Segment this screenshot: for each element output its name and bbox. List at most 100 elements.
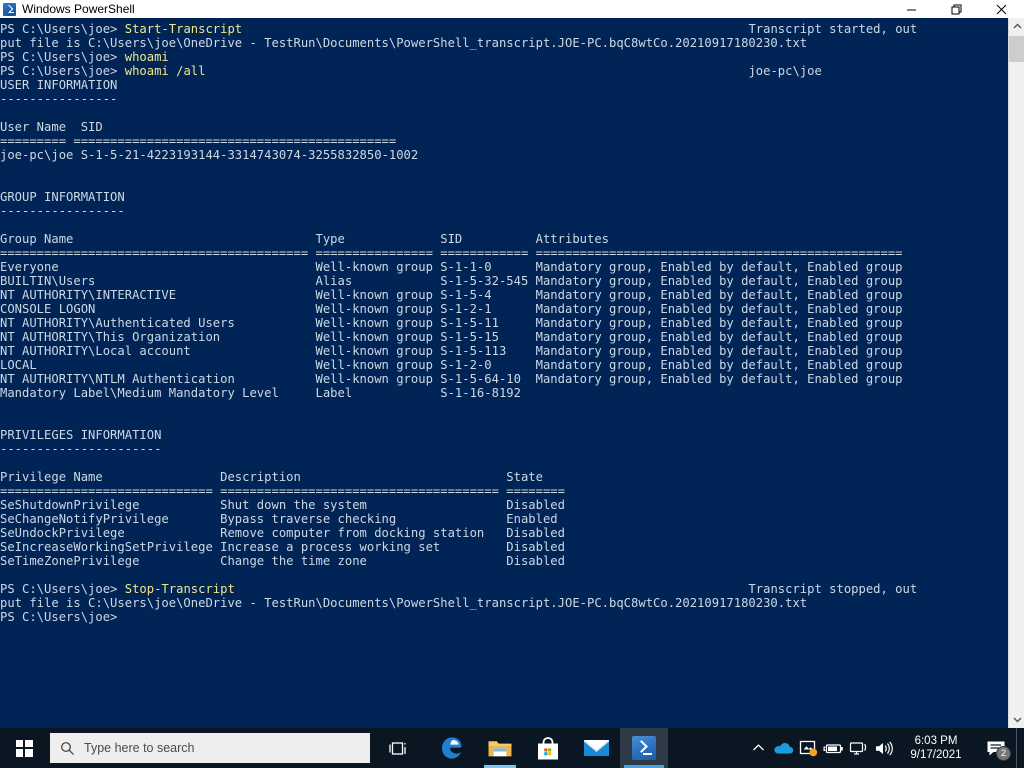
taskbar-clock[interactable]: 6:03 PM 9/17/2021 [898, 728, 974, 768]
console-output-line: SeUndockPrivilege Remove computer from d… [0, 526, 565, 540]
console-output-line: ----------------- [0, 204, 125, 218]
console-output-line: SeShutdownPrivilege Shut down the system… [0, 498, 565, 512]
window-title: Windows PowerShell [22, 2, 135, 16]
show-hidden-icons-button[interactable] [746, 728, 771, 768]
search-placeholder: Type here to search [84, 741, 195, 755]
console-output-line: CONSOLE LOGON Well-known group S-1-2-1 M… [0, 302, 903, 316]
console-line: PS C:\Users\joe> Stop-Transcript Transcr… [0, 582, 917, 596]
console-command: Start-Transcript [124, 22, 243, 36]
scrollbar-down-arrow[interactable] [1009, 711, 1024, 728]
taskbar-apps [428, 728, 668, 768]
console-output-line: put file is C:\Users\joe\OneDrive - Test… [0, 596, 808, 610]
volume-tray-icon[interactable] [871, 728, 896, 768]
console-output-area[interactable]: PS C:\Users\joe> Start-Transcript Transc… [0, 18, 1008, 728]
console-output-line: LOCAL Well-known group S-1-2-0 Mandatory… [0, 358, 903, 372]
console-output-line: ========================================… [0, 246, 903, 260]
battery-icon [823, 743, 843, 753]
console-prompt: PS C:\Users\joe> [0, 610, 118, 624]
console-line: PS C:\Users\joe> [0, 610, 917, 624]
taskbar-app-powershell[interactable] [620, 728, 668, 768]
taskbar-app-edge[interactable] [428, 728, 476, 768]
start-button[interactable] [0, 728, 48, 768]
console-prompt: PS C:\Users\joe> [0, 50, 125, 64]
console-output-line: SeChangeNotifyPrivilege Bypass traverse … [0, 512, 558, 526]
show-desktop-button[interactable] [1016, 728, 1024, 768]
console-output-tail: joe-pc\joe [205, 64, 822, 78]
console-output-line: USER INFORMATION [0, 78, 118, 92]
console-output-line: Mandatory Label\Medium Mandatory Level L… [0, 386, 521, 400]
console-output-line: NT AUTHORITY\Authenticated Users Well-kn… [0, 316, 903, 330]
clock-date: 9/17/2021 [910, 749, 962, 761]
console-command: whoami [124, 50, 169, 64]
console-output-line: ============================= ==========… [0, 484, 565, 498]
console-command: whoami /all [124, 64, 206, 78]
speaker-icon [875, 740, 893, 756]
windows-logo-icon [15, 739, 33, 757]
cloud-icon [774, 743, 794, 754]
scrollbar-thumb[interactable] [1009, 36, 1024, 62]
task-view-button[interactable] [374, 728, 422, 768]
console-output-line: put file is C:\Users\joe\OneDrive - Test… [0, 36, 808, 50]
search-input[interactable]: Type here to search [50, 733, 370, 763]
taskbar: Type here to search 6:03 PM 9/17/2021 2 [0, 728, 1024, 768]
system-tray: 6:03 PM 9/17/2021 2 [746, 728, 1024, 768]
onedrive-sync-warning-icon[interactable] [796, 728, 821, 768]
console-output-line: SeTimeZonePrivilege Change the time zone… [0, 554, 565, 568]
search-icon [50, 741, 84, 756]
maximize-restore-button[interactable] [934, 0, 979, 18]
console-output-line: NT AUTHORITY\INTERACTIVE Well-known grou… [0, 288, 903, 302]
notification-count-badge: 2 [996, 746, 1011, 761]
onedrive-tray-icon[interactable] [771, 728, 796, 768]
window-controls [889, 0, 1024, 18]
console-line: PS C:\Users\joe> whoami [0, 50, 917, 64]
console-output-tail: Transcript started, out [242, 22, 918, 36]
console-output-line: ========= ==============================… [0, 134, 397, 148]
close-button[interactable] [979, 0, 1024, 18]
console-prompt: PS C:\Users\joe> [0, 582, 125, 596]
task-view-icon [388, 741, 406, 755]
edge-icon [442, 737, 462, 759]
console-prompt: PS C:\Users\joe> [0, 22, 125, 36]
console-output-line: ---------------- [0, 92, 118, 106]
sync-warning-icon [799, 740, 818, 756]
console-prompt: PS C:\Users\joe> [0, 64, 125, 78]
minimize-button[interactable] [889, 0, 934, 18]
store-icon [538, 736, 558, 759]
console-output-line: SeIncreaseWorkingSetPrivilege Increase a… [0, 540, 565, 554]
powershell-icon [3, 2, 16, 16]
powershell-window: Windows PowerShell PS C:\Users\joe> Star [0, 0, 1024, 728]
battery-tray-icon[interactable] [821, 728, 846, 768]
console-line: PS C:\Users\joe> Start-Transcript Transc… [0, 22, 917, 36]
mail-icon [583, 740, 609, 756]
console-text: PS C:\Users\joe> Start-Transcript Transc… [0, 22, 917, 624]
network-tray-icon[interactable] [846, 728, 871, 768]
title-bar-left: Windows PowerShell [0, 0, 889, 18]
console-output-line: Group Name Type SID Attributes [0, 232, 610, 246]
console-line: PS C:\Users\joe> whoami /all joe-pc\joe [0, 64, 917, 78]
folder-icon [488, 741, 512, 757]
console-output-line: User Name SID [0, 120, 103, 134]
taskbar-app-file-explorer[interactable] [476, 728, 524, 768]
console-scrollbar[interactable] [1008, 18, 1024, 728]
taskbar-app-mail[interactable] [572, 728, 620, 768]
scrollbar-up-arrow[interactable] [1009, 18, 1024, 35]
taskbar-app-microsoft-store[interactable] [524, 728, 572, 768]
console-output-tail: Transcript stopped, out [234, 582, 918, 596]
console-output-line: NT AUTHORITY\This Organization Well-know… [0, 330, 903, 344]
console-output-line: GROUP INFORMATION [0, 190, 125, 204]
console-output-line: joe-pc\joe S-1-5-21-4223193144-331474307… [0, 148, 419, 162]
network-icon [849, 741, 867, 755]
notification-center-button[interactable]: 2 [976, 728, 1016, 768]
title-bar[interactable]: Windows PowerShell [0, 0, 1024, 18]
console-output-line: Everyone Well-known group S-1-1-0 Mandat… [0, 260, 903, 274]
console-output-line: PRIVILEGES INFORMATION [0, 428, 162, 442]
powershell-taskbar-icon [632, 736, 656, 760]
